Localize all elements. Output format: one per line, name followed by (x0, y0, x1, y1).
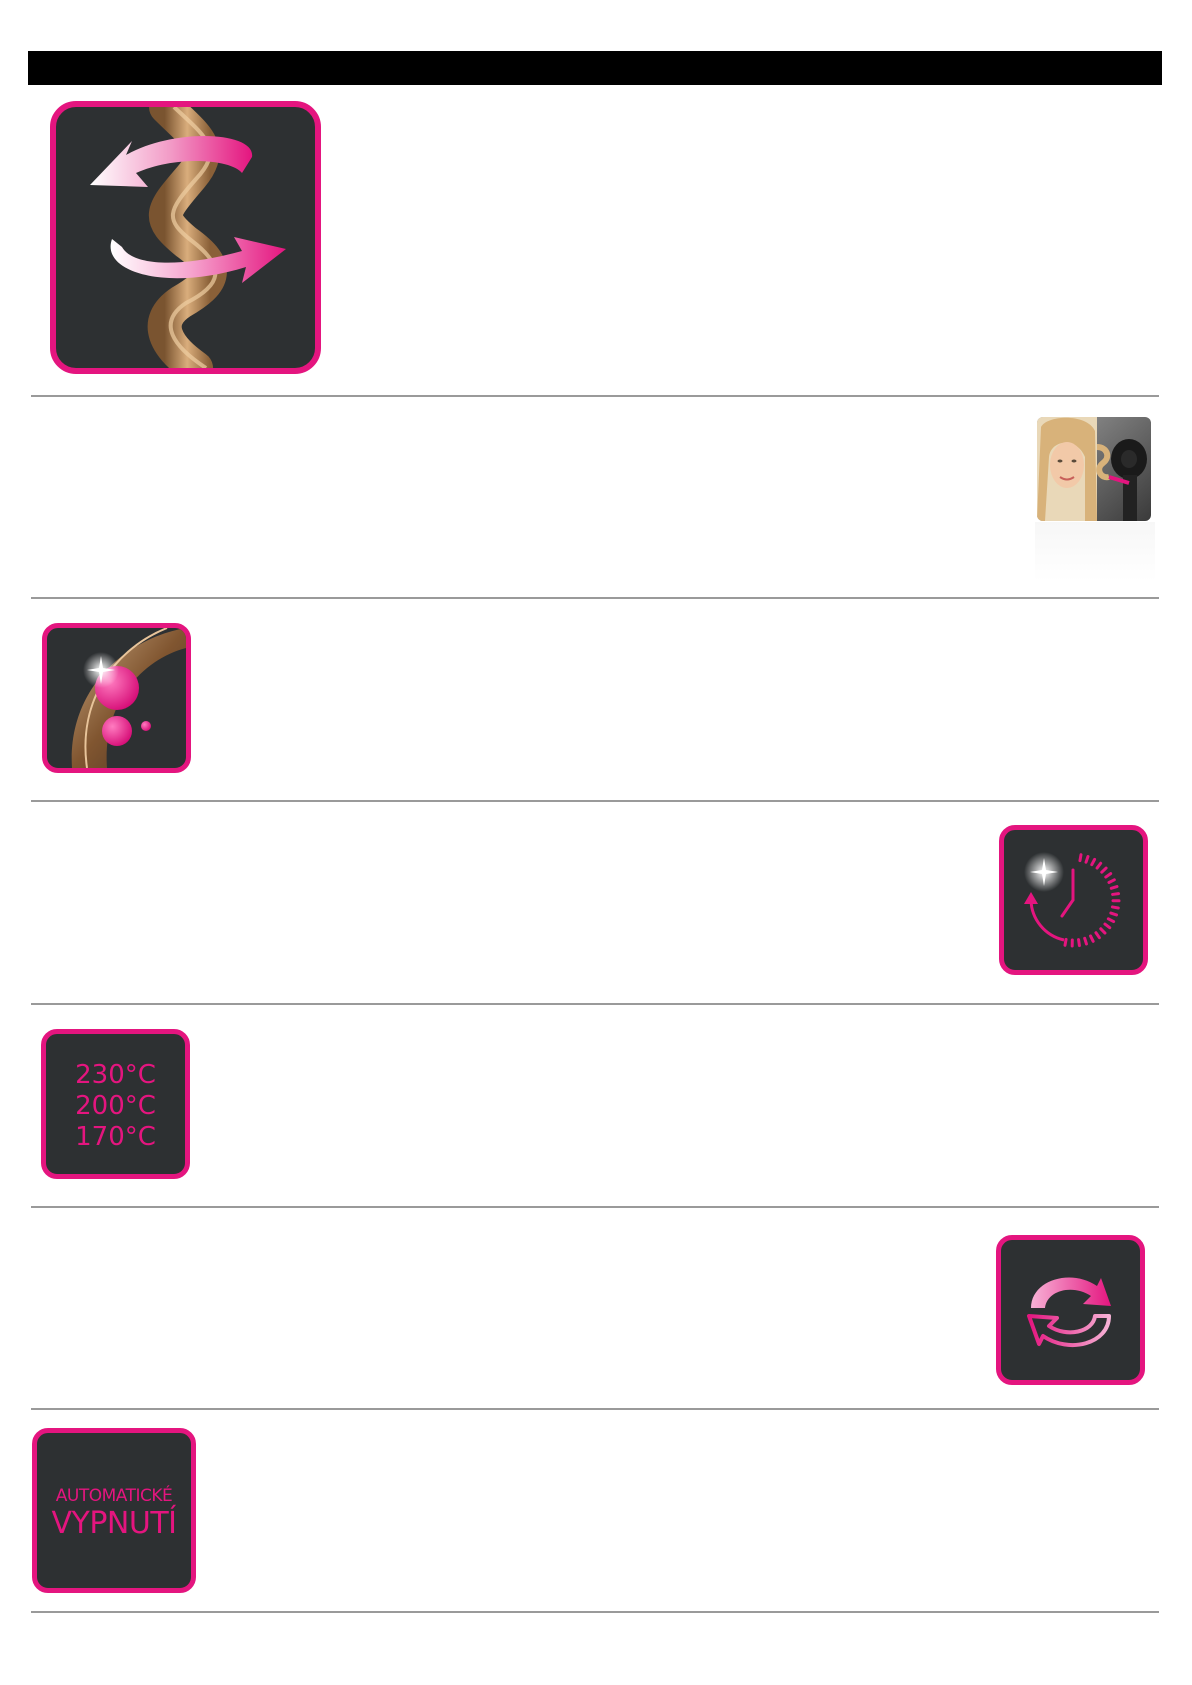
clock-tick (1111, 892, 1121, 896)
ceramic-shine-graphic (71, 628, 186, 768)
clock-tick (1109, 885, 1119, 890)
clock-tick (1104, 872, 1113, 879)
section-divider (31, 1003, 1159, 1005)
clock-tick (1063, 937, 1068, 947)
clock-tick (1084, 855, 1090, 864)
curl-rotation-graphic (90, 107, 286, 368)
quick-heat-timer-icon (999, 825, 1148, 975)
section-divider (31, 1408, 1159, 1410)
temperature-high: 230°C (75, 1060, 156, 1090)
section-divider (31, 800, 1159, 802)
photo-graphic (1037, 417, 1151, 521)
section-divider (31, 1611, 1159, 1613)
clock-tick (1094, 931, 1101, 940)
clock-tick (1109, 911, 1118, 917)
clock-tick (1078, 853, 1083, 863)
clock-tick (1099, 927, 1107, 935)
auto-off-line-2: VYPNUTÍ (51, 1506, 177, 1541)
clock-tick (1100, 866, 1108, 874)
temperature-list: 230°C 200°C 170°C (46, 1060, 185, 1153)
photo-reflection (1035, 522, 1155, 582)
clock-tick (1103, 922, 1112, 930)
clock-tick (1083, 936, 1088, 946)
auto-off-icon: AUTOMATICKÉ VYPNUTÍ (32, 1428, 196, 1593)
clock-tick (1110, 905, 1120, 910)
ceramic-shine-icon (42, 623, 191, 773)
auto-off-line-1: AUTOMATICKÉ (55, 1486, 173, 1506)
direction-switch-graphic (1027, 1277, 1111, 1348)
clock-tick (1077, 938, 1081, 948)
temperature-low: 170°C (75, 1122, 156, 1152)
section-divider (31, 1206, 1159, 1208)
clock-tick (1107, 878, 1116, 884)
temperature-medium: 200°C (75, 1091, 156, 1121)
auto-off-label: AUTOMATICKÉ VYPNUTÍ (37, 1485, 191, 1541)
header-bar (28, 51, 1162, 85)
direction-switch-icon (996, 1235, 1145, 1385)
section-divider (31, 597, 1159, 599)
curl-rotation-icon (50, 101, 321, 374)
timer-graphic (1024, 852, 1121, 948)
section-divider (31, 395, 1159, 397)
clock-tick (1095, 861, 1103, 870)
temperature-settings-icon: 230°C 200°C 170°C (41, 1029, 190, 1179)
clock-tick (1089, 934, 1095, 943)
woman-using-curler-photo (1037, 417, 1151, 521)
clock-tick (1090, 857, 1097, 867)
clock-tick (1106, 917, 1116, 924)
